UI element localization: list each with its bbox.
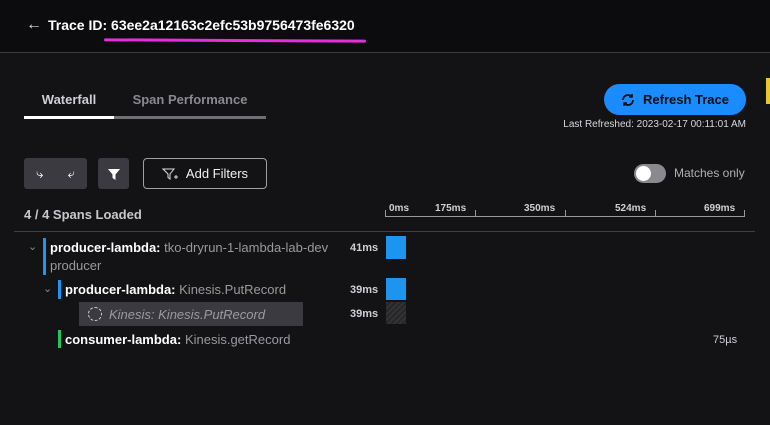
timeline-axis: 0ms 175ms 350ms 524ms 699ms: [385, 203, 745, 217]
tick-label: 350ms: [524, 203, 556, 214]
span-service: consumer-lambda:: [65, 332, 182, 347]
tick-label: 0ms: [389, 203, 410, 214]
span-label: Kinesis: Kinesis.PutRecord: [109, 307, 266, 322]
span-duration: 39ms: [350, 308, 379, 320]
tick-label: 175ms: [435, 203, 467, 214]
span-operation: Kinesis.getRecord: [184, 332, 291, 347]
service-color-bar: [58, 280, 61, 299]
span-service: producer-lambda:: [50, 240, 161, 255]
refresh-label: Refresh Trace: [643, 92, 729, 107]
last-refreshed: Last Refreshed: 2023-02-17 00:11:01 AM: [563, 119, 746, 130]
service-color-bar: [43, 238, 46, 275]
scroll-indicator: [766, 78, 770, 104]
arrow-left-icon[interactable]: ←: [26, 16, 42, 34]
trace-title: Trace ID: 63ee2a12163c2efc53b9756473fe63…: [48, 17, 355, 33]
spans-loaded: 4 / 4 Spans Loaded: [24, 207, 142, 222]
span-bar-hatched: [386, 302, 406, 324]
add-filters-label: Add Filters: [185, 166, 249, 181]
span-operation: tko-dryrun-1-lambda-lab-dev: [164, 240, 329, 255]
header: ← Trace ID: 63ee2a12163c2efc53b9756473fe…: [0, 0, 770, 53]
service-color-bar: [58, 330, 61, 348]
chevron-down-icon[interactable]: ⌄: [28, 240, 37, 253]
highlight-underline: [103, 38, 367, 43]
span-operation-cont: producer: [50, 258, 102, 273]
span-duration: 39ms: [350, 284, 379, 296]
matches-only-label: Matches only: [674, 166, 745, 180]
collapse-all-icon[interactable]: ⤶: [68, 166, 75, 182]
span-operation: Kinesis.PutRecord: [179, 282, 287, 297]
expand-all-icon[interactable]: ⤷: [36, 166, 43, 182]
span-bar: [386, 236, 406, 259]
filter-plus-icon: [161, 168, 178, 180]
refresh-icon: [622, 93, 634, 106]
span-service: producer-lambda:: [65, 282, 176, 297]
add-filters-button[interactable]: Add Filters: [143, 158, 267, 189]
tick-label: 699ms: [704, 203, 736, 214]
tab-waterfall[interactable]: Waterfall: [24, 92, 114, 119]
loading-spinner-icon: [88, 307, 102, 321]
span-duration: 75µs: [713, 334, 738, 346]
refresh-trace-button[interactable]: Refresh Trace: [604, 84, 746, 115]
filter-button[interactable]: [98, 158, 129, 189]
chevron-down-icon[interactable]: ⌄: [43, 282, 52, 295]
tab-span-performance[interactable]: Span Performance: [114, 92, 266, 119]
divider: [14, 231, 755, 232]
tick-label: 524ms: [615, 203, 647, 214]
matches-only-toggle[interactable]: [634, 164, 666, 183]
span-bar: [386, 278, 406, 300]
span-duration: 41ms: [350, 242, 379, 254]
filter-icon: [107, 168, 120, 180]
expand-collapse-group: ⤷ ⤶: [24, 158, 87, 189]
